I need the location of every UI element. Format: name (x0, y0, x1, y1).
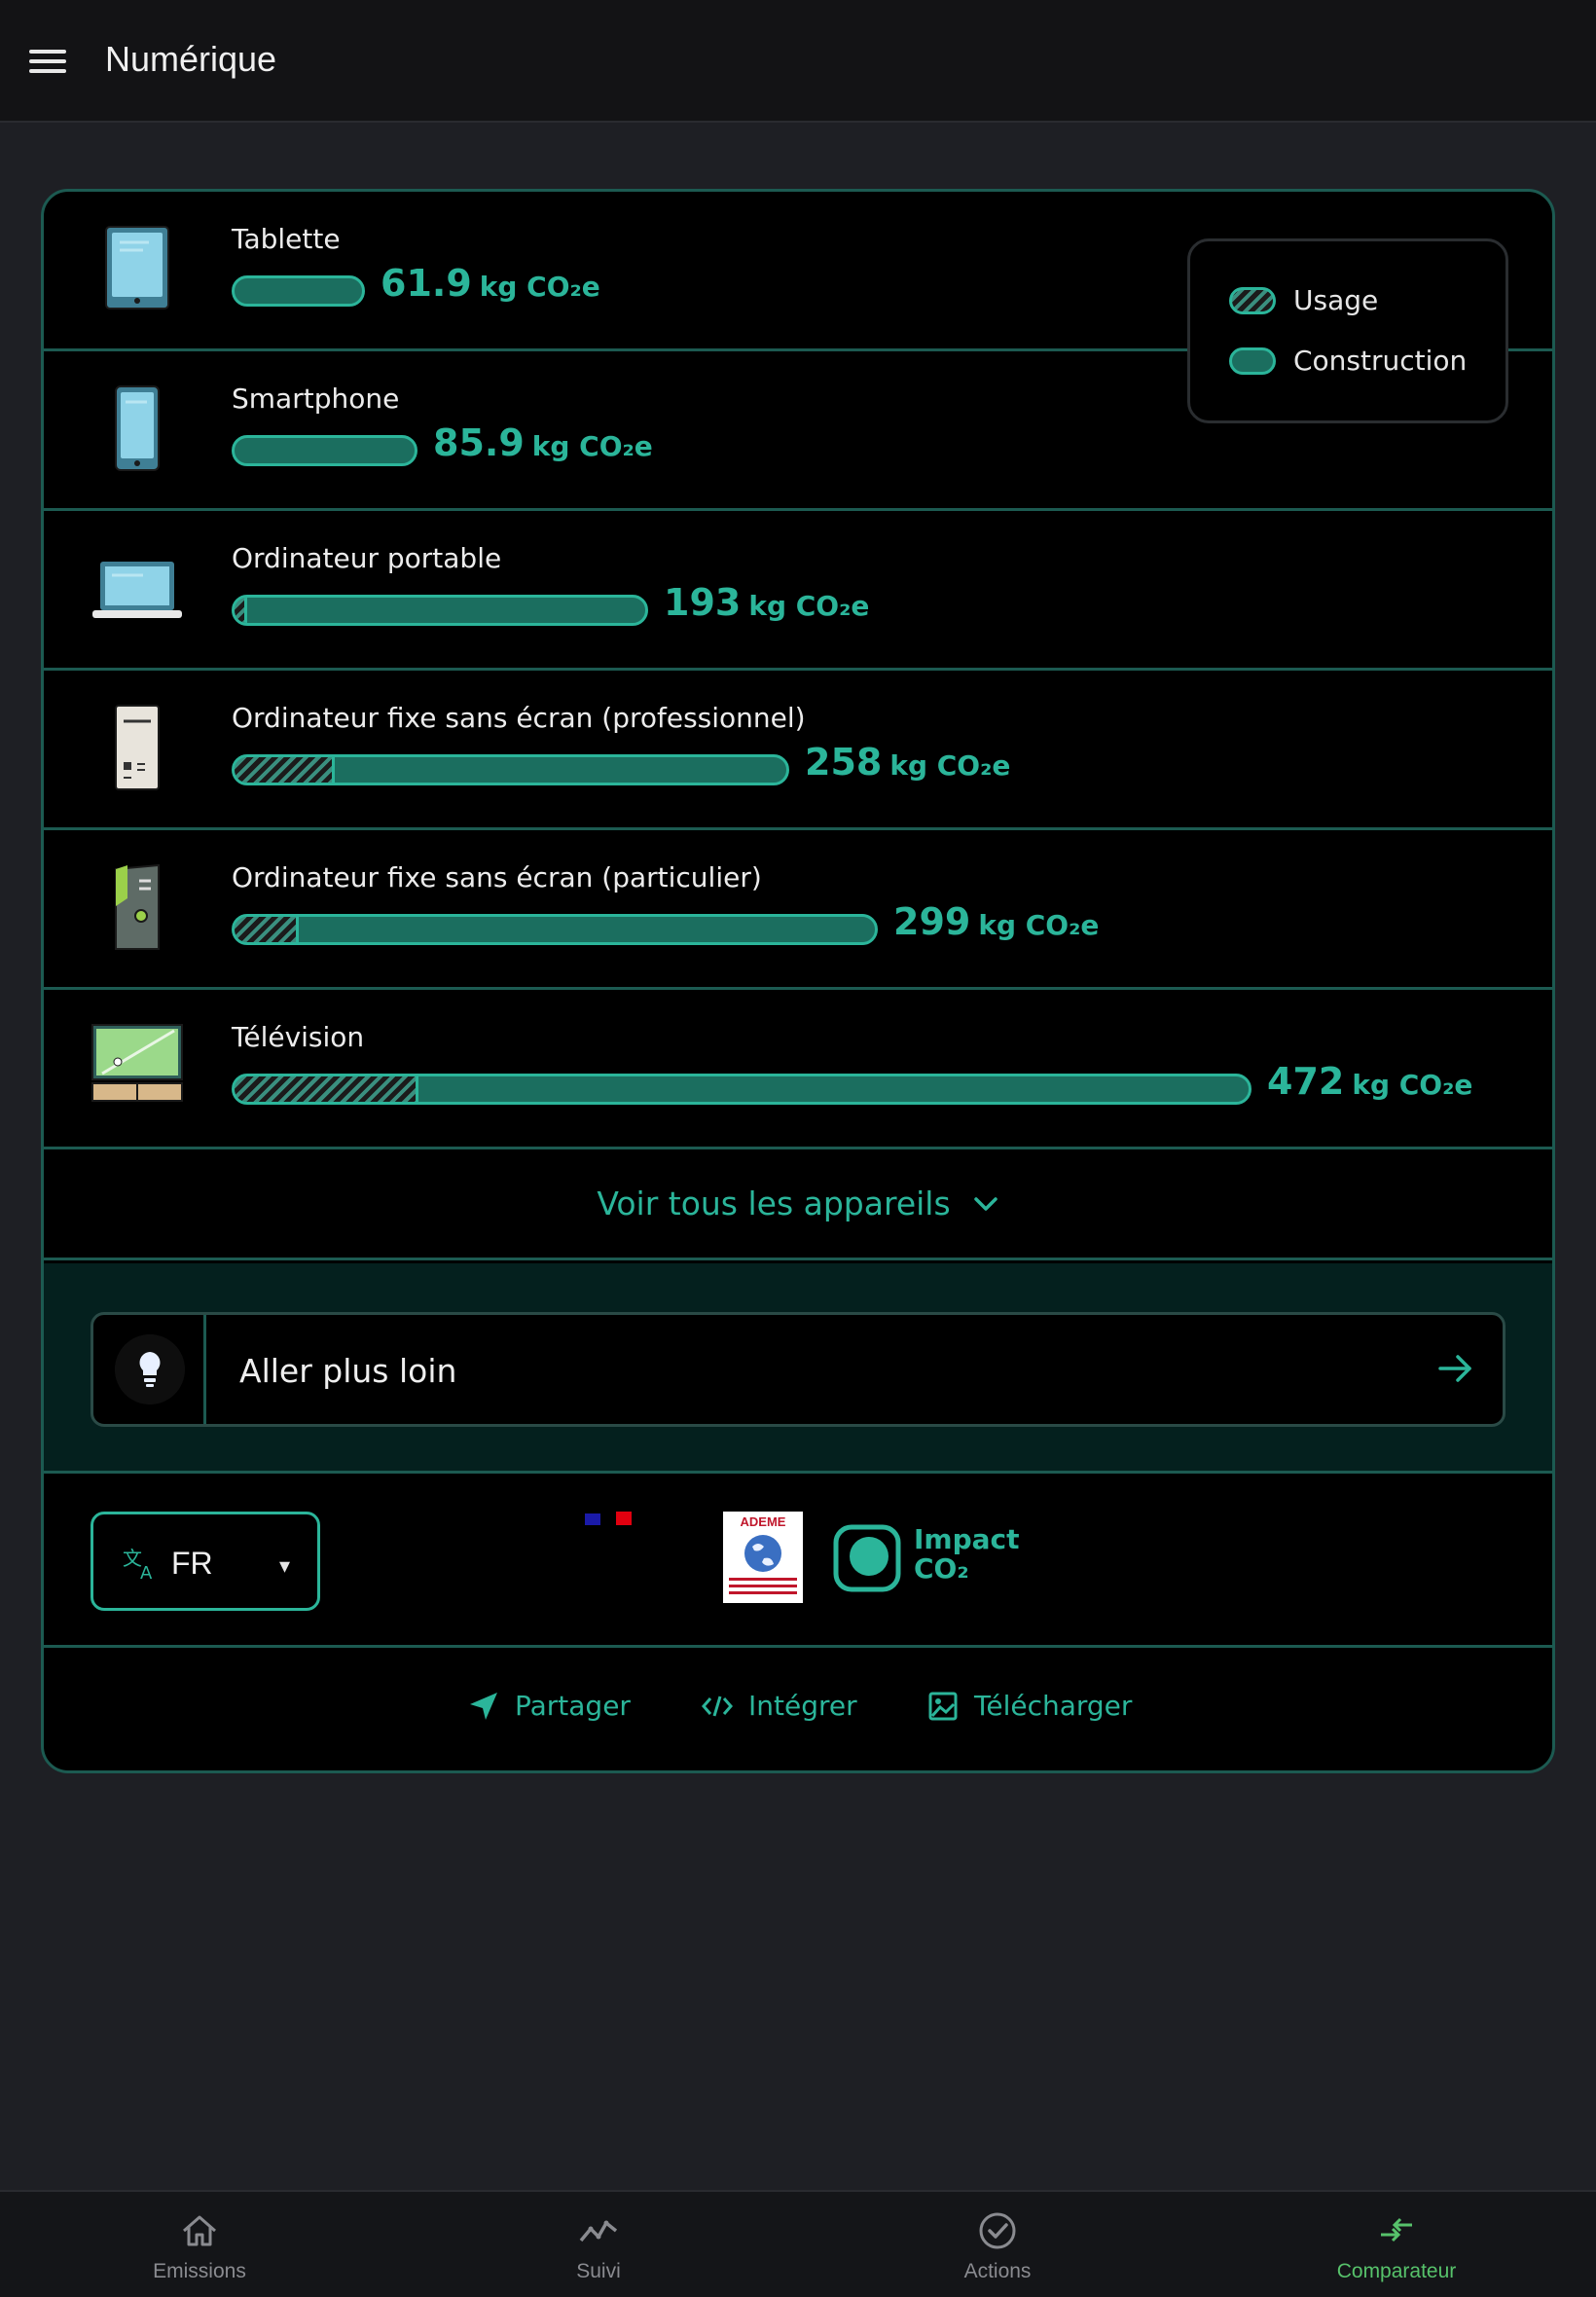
trend-line-icon (579, 2220, 618, 2242)
smartphone-icon (115, 385, 160, 471)
laptop-icon (92, 562, 182, 618)
lightbulb-icon (115, 1334, 185, 1404)
device-row-desktop-personal: Ordinateur fixe sans écran (particulier)… (44, 830, 1552, 990)
device-name: Smartphone (232, 383, 400, 415)
device-row-television: Télévision 472 kg CO₂e (44, 990, 1552, 1149)
emission-bar (232, 1074, 1251, 1105)
send-icon (470, 1692, 497, 1720)
svg-text:文: 文 (123, 1547, 142, 1570)
card-footer: 文 A FR ▾ ADEME Impact CO₂ (44, 1477, 1552, 1648)
menu-icon[interactable] (29, 48, 68, 75)
legend-construction: Construction (1229, 345, 1467, 377)
see-all-devices-button[interactable]: Voir tous les appareils (44, 1149, 1552, 1260)
ademe-logo: ADEME (723, 1512, 803, 1603)
usage-segment (235, 757, 335, 783)
nav-actions[interactable]: Actions (798, 2192, 1197, 2297)
translate-icon: 文 A (123, 1547, 153, 1581)
go-further-button[interactable]: Aller plus loin (91, 1312, 1505, 1427)
nav-comparateur[interactable]: Comparateur (1197, 2192, 1596, 2297)
nav-suivi[interactable]: Suivi (399, 2192, 798, 2297)
emission-bar (232, 435, 417, 466)
further-section: Aller plus loin (44, 1263, 1552, 1474)
tablet-icon (105, 226, 169, 310)
image-icon (928, 1692, 958, 1720)
emission-bar (232, 914, 878, 945)
check-circle-icon (979, 2212, 1016, 2249)
bulb-box (93, 1315, 206, 1424)
impact-co2-logo-text: Impact CO₂ (914, 1523, 1020, 1585)
desktop-tower-icon (115, 705, 160, 790)
bottom-navigation: Emissions Suivi Actions Comparateur (0, 2190, 1596, 2297)
television-icon (91, 1024, 183, 1102)
usage-segment (235, 1076, 418, 1102)
globe-icon (744, 1535, 781, 1572)
page-title: Numérique (105, 39, 277, 79)
french-republic-logo (585, 1512, 632, 1525)
device-row-desktop-pro: Ordinateur fixe sans écran (professionne… (44, 671, 1552, 830)
svg-text:A: A (140, 1563, 153, 1581)
emission-value: 299 kg CO₂e (893, 900, 1100, 943)
legend-usage: Usage (1229, 284, 1378, 316)
embed-button[interactable]: Intégrer (702, 1690, 857, 1722)
share-actions: Partager Intégrer Télécharger (44, 1651, 1552, 1770)
share-button[interactable]: Partager (468, 1690, 631, 1722)
device-name: Ordinateur fixe sans écran (particulier) (232, 861, 762, 893)
legend: Usage Construction (1187, 238, 1508, 423)
device-name: Ordinateur portable (232, 542, 502, 574)
emission-value: 61.9 kg CO₂e (381, 262, 600, 305)
construction-swatch (1229, 346, 1276, 375)
language-select[interactable]: 文 A FR ▾ (91, 1512, 320, 1611)
nav-emissions[interactable]: Emissions (0, 2192, 399, 2297)
gaming-tower-icon (115, 863, 160, 950)
emission-value: 258 kg CO₂e (805, 741, 1011, 784)
usage-segment (235, 917, 299, 942)
device-row-laptop: Ordinateur portable 193 kg CO₂e (44, 511, 1552, 671)
device-name: Ordinateur fixe sans écran (professionne… (232, 702, 806, 734)
usage-swatch (1229, 286, 1276, 314)
comparator-card: Usage Construction Tablette 61.9 kg CO₂e … (41, 189, 1555, 1773)
chevron-down-icon (973, 1196, 998, 1211)
device-name: Tablette (232, 223, 341, 255)
download-button[interactable]: Télécharger (927, 1690, 1132, 1722)
usage-segment (235, 598, 247, 623)
caret-down-icon: ▾ (278, 1553, 290, 1578)
home-icon (183, 2215, 216, 2246)
emission-value: 85.9 kg CO₂e (433, 421, 653, 464)
emission-bar (232, 275, 365, 307)
emission-bar (232, 595, 648, 626)
compare-arrows-icon (1381, 2217, 1412, 2242)
emission-value: 472 kg CO₂e (1267, 1060, 1473, 1103)
code-icon (702, 1695, 733, 1716)
impact-co2-logo-icon (833, 1524, 901, 1592)
emission-value: 193 kg CO₂e (664, 581, 870, 624)
emission-bar (232, 754, 789, 785)
arrow-right-icon (1438, 1355, 1471, 1382)
device-name: Télévision (232, 1021, 365, 1053)
app-bar: Numérique (0, 0, 1596, 123)
